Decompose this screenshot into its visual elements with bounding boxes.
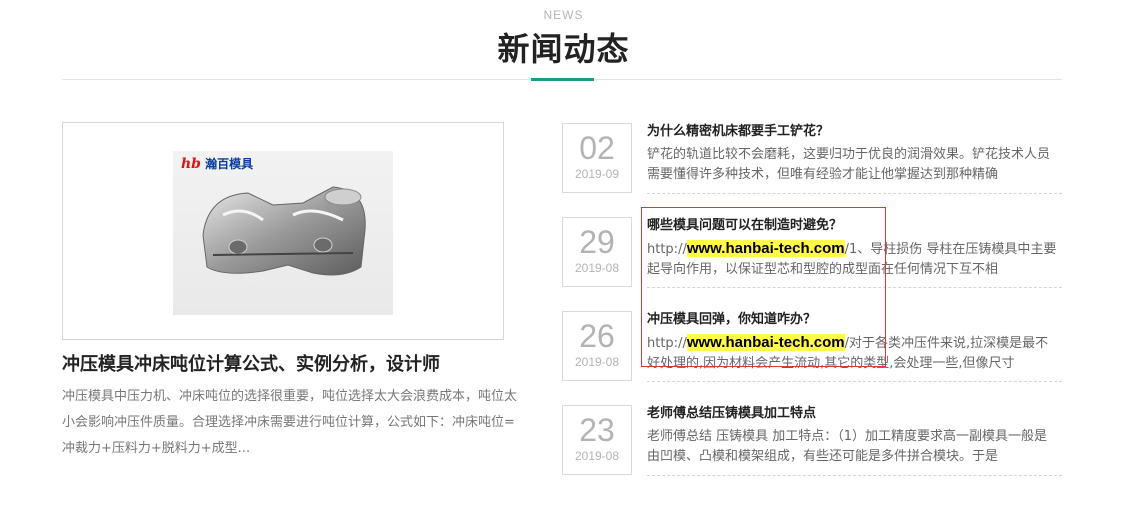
- featured-article-excerpt: 冲压模具中压力机、冲床吨位的选择很重要，吨位选择太大会浪费成本，吨位太小会影响冲…: [62, 389, 518, 456]
- url-highlight: www.hanbai-tech.com: [686, 334, 845, 351]
- date-badge: 26 2019-08: [562, 311, 632, 381]
- featured-article-image[interactable]: hb 瀚百模具: [62, 122, 504, 340]
- brand-logo: hb 瀚百模具: [181, 156, 254, 172]
- item-divider: [647, 287, 1062, 288]
- news-title[interactable]: 老师傅总结压铸模具加工特点: [647, 405, 816, 423]
- date-year-month: 2019-08: [574, 355, 620, 369]
- news-title[interactable]: 冲压模具回弹，你知道咋办？: [647, 311, 816, 329]
- news-item[interactable]: 29 2019-08 哪些模具问题可以在制造时避免？ http://www.ha…: [562, 217, 1062, 288]
- item-divider: [647, 475, 1062, 476]
- featured-article-title[interactable]: 冲压模具冲床吨位计算公式、实例分析，设计师: [62, 350, 440, 376]
- date-year-month: 2019-08: [574, 449, 620, 463]
- news-item[interactable]: 23 2019-08 老师傅总结压铸模具加工特点 老师傅总结 压铸模具 加工特点…: [562, 405, 1062, 476]
- item-divider: [647, 193, 1062, 194]
- date-day: 29: [579, 224, 615, 260]
- news-title[interactable]: 为什么精密机床都要手工铲花？: [647, 123, 829, 141]
- date-year-month: 2019-08: [574, 261, 620, 275]
- news-excerpt: 铲花的轨道比较不会磨耗，这要归功于优良的润滑效果。铲花技术人员需要懂得许多种技术…: [647, 147, 1051, 182]
- product-photo: hb 瀚百模具: [173, 151, 393, 315]
- news-excerpt: http://www.hanbai-tech.com/1、导柱损伤 导柱在压铸模…: [647, 240, 1057, 277]
- date-badge: 02 2019-09: [562, 123, 632, 193]
- date-day: 26: [579, 318, 615, 354]
- section-subtitle: NEWS: [543, 8, 584, 22]
- date-badge: 23 2019-08: [562, 405, 632, 475]
- news-item[interactable]: 26 2019-08 冲压模具回弹，你知道咋办？ http://www.hanb…: [562, 311, 1062, 382]
- date-day: 02: [579, 130, 615, 166]
- header-accent-bar: [531, 78, 594, 81]
- url-highlight: www.hanbai-tech.com: [686, 240, 845, 257]
- news-title[interactable]: 哪些模具问题可以在制造时避免？: [647, 217, 842, 235]
- news-excerpt: http://www.hanbai-tech.com/对于各类冲压件来说,拉深模…: [647, 334, 1049, 371]
- news-item[interactable]: 02 2019-09 为什么精密机床都要手工铲花？ 铲花的轨道比较不会磨耗，这要…: [562, 123, 1062, 194]
- die-cast-part-image: [202, 186, 366, 276]
- news-excerpt: 老师傅总结 压铸模具 加工特点：（1）加工精度要求高一副模具一般是由凹模、凸模和…: [647, 429, 1048, 464]
- item-divider: [647, 381, 1062, 382]
- date-day: 23: [579, 412, 615, 448]
- date-year-month: 2019-09: [574, 167, 620, 181]
- section-title: 新闻动态: [497, 30, 630, 68]
- date-badge: 29 2019-08: [562, 217, 632, 287]
